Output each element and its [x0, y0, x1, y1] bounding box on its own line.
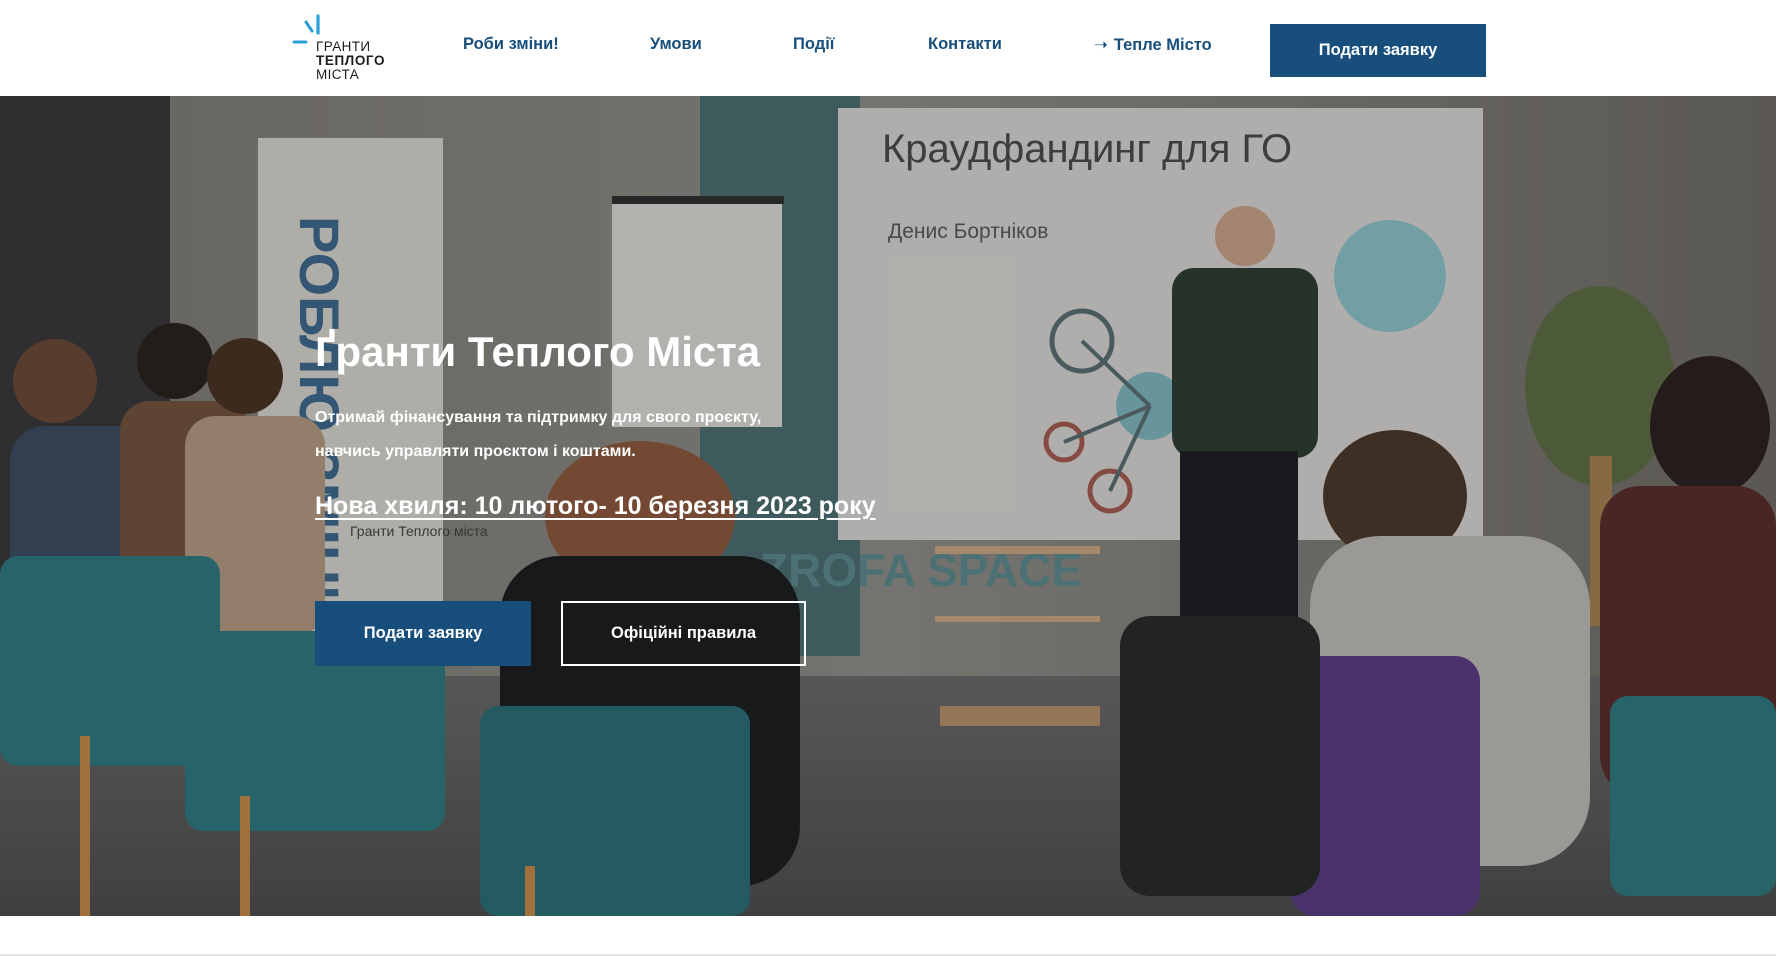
logo[interactable]: ГРАНТИ ТЕПЛОГО МІСТА [291, 13, 401, 85]
nav-link-umovy[interactable]: Умови [650, 35, 702, 54]
logo-line-1: ГРАНТИ [316, 39, 371, 54]
hero-title: Ґранти Теплого Міста [315, 328, 761, 375]
new-wave-link[interactable]: Нова хвиля: 10 лютого- 10 березня 2023 р… [315, 492, 876, 521]
nav-link-podii[interactable]: Події [793, 35, 834, 54]
nav-link-kontakty[interactable]: Контакти [928, 35, 1002, 54]
hero-section: Краудфандинг для ГО Денис Бортніков РОБЛ… [0, 96, 1776, 916]
hero-description-line-1: Отримай фінансування та підтримку для св… [315, 409, 762, 426]
logo-line-2: ТЕПЛОГО [316, 53, 386, 68]
official-rules-button[interactable]: Офіційні правила [561, 601, 806, 666]
site-header: ГРАНТИ ТЕПЛОГО МІСТА Роби зміни! Умови П… [0, 0, 1776, 96]
hero-description: Отримай фінансування та підтримку для св… [315, 401, 835, 469]
hero-apply-button[interactable]: Подати заявку [315, 601, 531, 666]
nav-link-teple-misto-label: Тепле Місто [1113, 36, 1212, 54]
logo-wordmark: ГРАНТИ ТЕПЛОГО МІСТА [316, 40, 385, 82]
logo-line-3: МІСТА [316, 67, 360, 82]
nav-link-roby-zminy[interactable]: Роби зміни! [463, 35, 559, 54]
header-apply-button[interactable]: Подати заявку [1270, 24, 1486, 77]
hero-description-line-2: навчись управляти проєктом і коштами. [315, 443, 636, 460]
hero-overlay [0, 96, 1776, 916]
nav-link-teple-misto[interactable]: ➝ Тепле Місто [1094, 35, 1212, 55]
arrow-right-icon: ➝ [1094, 36, 1108, 54]
